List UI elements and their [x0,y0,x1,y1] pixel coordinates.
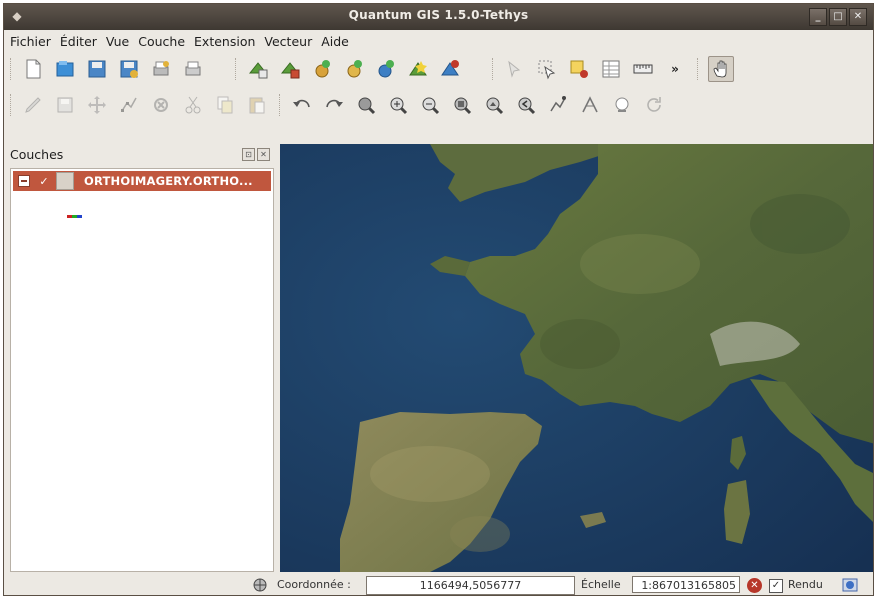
add-postgis-layer-icon[interactable] [310,57,334,81]
toolbar-grip[interactable] [279,94,284,116]
pan-tool-icon[interactable] [708,56,734,82]
node-tool-icon[interactable] [117,93,141,117]
new-project-icon[interactable] [21,57,45,81]
save-edits-icon[interactable] [53,93,77,117]
map-canvas[interactable] [280,144,873,572]
print-icon[interactable] [181,57,205,81]
zoom-layer-icon[interactable] [450,93,474,117]
toolbar-grip[interactable] [235,58,240,80]
measure-icon[interactable] [631,57,655,81]
select-features-icon[interactable] [535,57,559,81]
status-bar: Coordonnée : 1166494,5056777 Échelle 1:8… [4,574,873,595]
deselect-icon[interactable] [567,57,591,81]
menu-vue[interactable]: Vue [106,34,129,49]
maximize-button[interactable]: □ [829,8,847,26]
save-as-icon[interactable] [117,57,141,81]
layers-panel-title: Couches [10,146,64,162]
scale-field[interactable]: 1:867013165805 [632,576,740,593]
zoom-in-icon[interactable] [386,93,410,117]
open-project-icon[interactable] [53,57,77,81]
zoom-full-icon[interactable] [354,93,378,117]
file-toolbar: » [4,52,873,86]
menu-bar: Fichier Éditer Vue Couche Extension Vect… [4,30,873,52]
toolbar-grip[interactable] [10,58,15,80]
refresh-icon[interactable] [642,93,666,117]
toolbar-grip[interactable] [10,94,15,116]
pan-icon[interactable] [546,93,570,117]
zoom-actual-icon[interactable] [578,93,602,117]
menu-aide[interactable]: Aide [321,34,349,49]
close-button[interactable]: ✕ [849,8,867,26]
add-wms-layer-icon[interactable] [374,57,398,81]
menu-vecteur[interactable]: Vecteur [264,34,312,49]
toolbar-grip[interactable] [492,58,497,80]
collapse-icon[interactable] [18,175,30,187]
add-raster-layer-icon[interactable] [278,57,302,81]
zoom-last-icon[interactable] [514,93,538,117]
zoom-out-icon[interactable] [418,93,442,117]
render-label: Rendu [788,578,823,591]
layer-tree[interactable]: ✓ ORTHOIMAGERY.ORTHO... [10,168,274,572]
delete-selected-icon[interactable] [149,93,173,117]
edit-nav-toolbar [4,88,873,122]
toggle-editing-icon[interactable] [21,93,45,117]
menu-couche[interactable]: Couche [138,34,185,49]
attribute-table-icon[interactable] [599,57,623,81]
satellite-map [280,144,873,572]
layers-panel-header: Couches ⊡ ✕ [6,144,276,164]
render-checkbox[interactable]: ✓ [769,579,783,593]
undo-icon[interactable] [290,93,314,117]
paste-icon[interactable] [245,93,269,117]
minimize-button[interactable]: _ [809,8,827,26]
menu-fichier[interactable]: Fichier [10,34,51,49]
raster-legend [67,215,82,218]
magnifier-page-icon[interactable] [610,93,634,117]
save-project-icon[interactable] [85,57,109,81]
identify-icon[interactable] [503,57,527,81]
layer-name: ORTHOIMAGERY.ORTHO... [84,174,253,188]
coordinate-label: Coordonnée : [277,578,351,591]
coordinate-capture-icon[interactable] [252,577,268,593]
scale-label: Échelle [581,578,621,591]
remove-layer-icon[interactable] [438,57,462,81]
print-composer-icon[interactable] [149,57,173,81]
coordinate-field[interactable]: 1166494,5056777 [366,576,575,595]
window-title: Quantum GIS 1.5.0-Tethys [348,8,529,22]
menu-extension[interactable]: Extension [194,34,255,49]
title-bar[interactable]: ◆ Quantum GIS 1.5.0-Tethys _ □ ✕ [4,4,873,30]
layers-panel: Couches ⊡ ✕ ✓ ORTHOIMAGERY.ORTHO... [6,144,276,572]
copy-icon[interactable] [213,93,237,117]
redo-icon[interactable] [322,93,346,117]
toolbar-grip[interactable] [697,58,702,80]
raster-layer-icon [56,172,74,190]
add-vector-layer-icon[interactable] [246,57,270,81]
new-vector-layer-icon[interactable] [406,57,430,81]
stop-render-icon[interactable]: ✕ [747,578,762,593]
cut-icon[interactable] [181,93,205,117]
projection-icon[interactable] [842,577,858,593]
move-feature-icon[interactable] [85,93,109,117]
close-panel-button[interactable]: ✕ [257,148,270,161]
float-panel-button[interactable]: ⊡ [242,148,255,161]
layer-visibility-checkbox[interactable]: ✓ [38,175,50,188]
zoom-selection-icon[interactable] [482,93,506,117]
menu-editer[interactable]: Éditer [60,34,97,49]
qgis-window: ◆ Quantum GIS 1.5.0-Tethys _ □ ✕ Fichier… [3,3,874,596]
window-controls: _ □ ✕ [809,8,867,26]
legend-blue [77,215,82,218]
more-icon[interactable]: » [663,57,687,81]
panel-buttons: ⊡ ✕ [242,148,270,161]
layer-row-orthoimagery[interactable]: ✓ ORTHOIMAGERY.ORTHO... [13,171,271,191]
add-spatialite-layer-icon[interactable] [342,57,366,81]
